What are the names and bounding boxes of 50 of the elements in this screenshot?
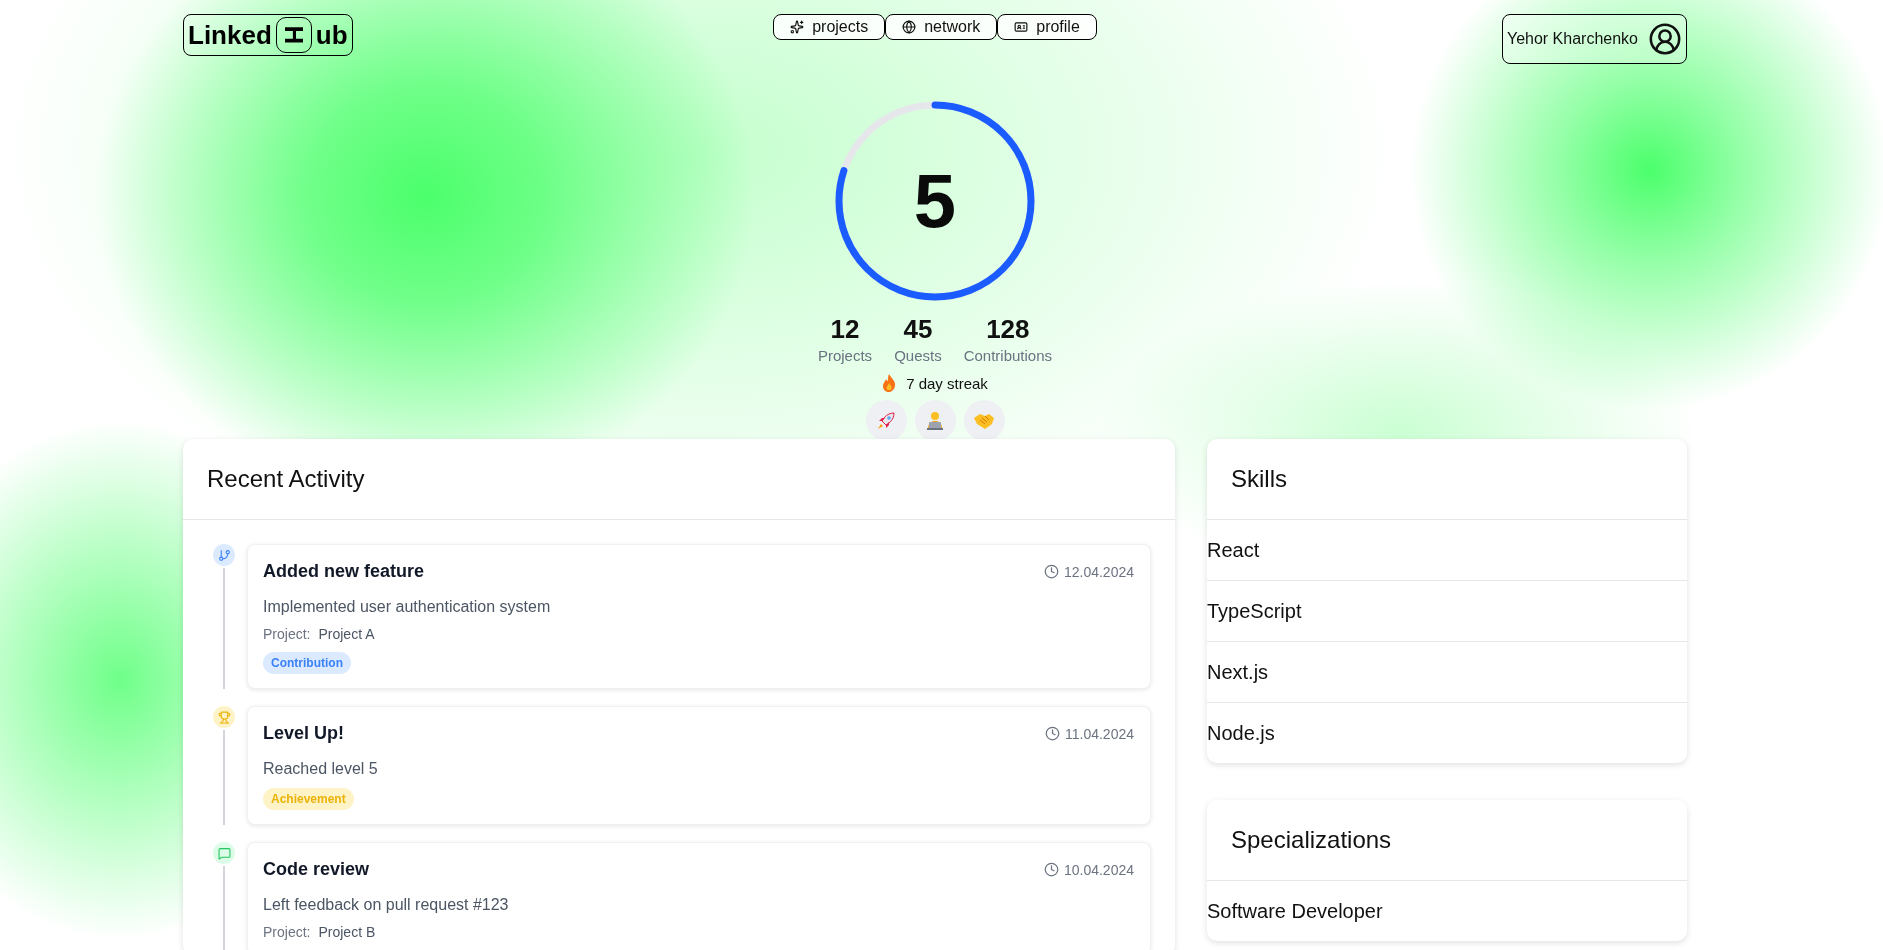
- flame-icon: [882, 374, 897, 392]
- skill-item: Node.js: [1207, 720, 1276, 746]
- user-button[interactable]: Yehor Kharchenko: [1501, 14, 1687, 64]
- activity-date: 12.04.2024: [1063, 563, 1134, 580]
- project-label: Project:: [263, 626, 311, 642]
- project-name: Project B: [318, 924, 376, 940]
- stat-label: Projects: [817, 347, 873, 364]
- stat-value: 45: [903, 314, 933, 345]
- handshake-icon: [973, 411, 995, 430]
- activity-description: Left feedback on pull request #123: [263, 896, 510, 914]
- chat-icon: [213, 842, 235, 864]
- activity-description: Implemented user authentication system: [263, 598, 552, 616]
- specialization-item: Software Developer: [1207, 898, 1384, 924]
- person-laptop-icon: [924, 410, 946, 431]
- clock-icon: [1043, 564, 1059, 579]
- activity-title: Code review: [263, 859, 370, 880]
- skill-item: TypeScript: [1207, 581, 1687, 642]
- activity-tag: Achievement: [263, 788, 354, 810]
- skill-item: React: [1207, 520, 1687, 581]
- activity-date: 11.04.2024: [1064, 725, 1134, 742]
- nav-button[interactable]: network: [885, 14, 998, 40]
- activity-tag: Contribution: [263, 652, 351, 674]
- activity-title: Added new feature: [263, 561, 425, 582]
- project-name: Project A: [318, 626, 375, 642]
- trophy-icon: [213, 706, 235, 728]
- nav-button[interactable]: profile: [997, 14, 1097, 40]
- avatar-icon: [1648, 22, 1682, 56]
- globe-icon: [902, 20, 917, 34]
- id-card-icon: [1014, 20, 1029, 34]
- stat-value: 12: [830, 314, 860, 345]
- streak-text: 7 day streak: [906, 374, 988, 392]
- clock-icon: [1044, 726, 1060, 741]
- stat-value: 128: [986, 314, 1030, 345]
- activity-title: Level Up!: [263, 723, 345, 744]
- skill-item: Next.js: [1207, 642, 1687, 703]
- card-title: Skills: [1207, 439, 1687, 520]
- clock-icon: [1043, 862, 1059, 877]
- activity-description: Reached level 5: [263, 760, 379, 778]
- activity-date: 10.04.2024: [1063, 861, 1134, 878]
- stat-label: Quests: [894, 347, 942, 364]
- sparkles-icon: [790, 20, 805, 34]
- nav-button[interactable]: projects: [773, 14, 886, 40]
- rocket-icon: [876, 410, 896, 431]
- card-title: Specializations: [1207, 800, 1687, 881]
- level-number: 5: [913, 163, 957, 239]
- logo[interactable]: Linked H ub: [183, 14, 353, 56]
- project-label: Project:: [263, 924, 311, 940]
- branch-icon: [213, 544, 235, 566]
- card-title: Recent Activity: [183, 439, 1175, 520]
- stat-label: Contributions: [963, 347, 1053, 364]
